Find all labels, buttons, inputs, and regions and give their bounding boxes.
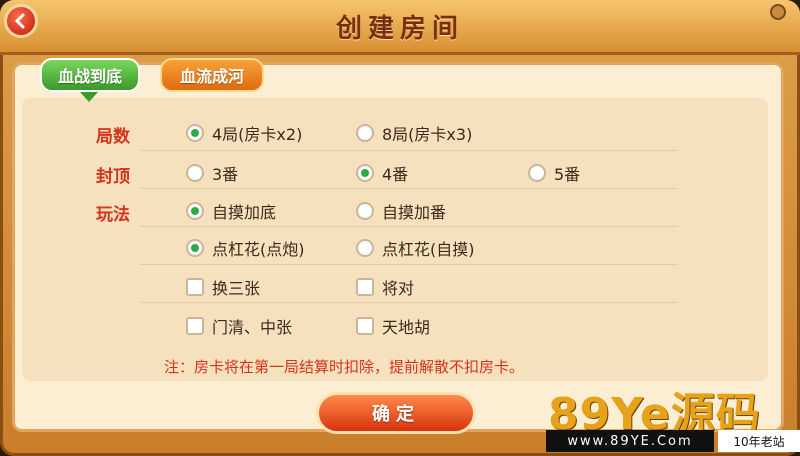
row-divider [140,150,678,151]
radio-diangang-dianpao[interactable]: 点杠花(点炮) [186,236,305,260]
option-label: 换三张 [212,279,261,298]
watermark: 89Ye源码 www.89YE.Com 10年老站 [546,384,800,456]
row-divider [140,302,678,303]
option-label: 门清、中张 [212,318,293,337]
checkbox-menqing-zhongzhang[interactable]: 门清、中张 [186,314,292,338]
tab-xueliu[interactable]: 血流成河 [160,58,264,92]
radio-cap-4[interactable]: 4番 [356,161,408,185]
radio-rounds-8[interactable]: 8局(房卡x3) [356,121,472,145]
dialog-title: 创建房间 [335,14,464,44]
confirm-button[interactable]: 确定 [316,392,476,434]
checkbox-indicator [186,278,204,296]
radio-indicator [356,202,374,220]
option-label: 将对 [382,279,415,298]
back-button[interactable] [4,4,38,38]
option-label: 点杠花(点炮) [212,240,305,259]
radio-cap-5[interactable]: 5番 [528,161,580,185]
option-label: 自摸加番 [382,203,447,222]
radio-zimo-jiadi[interactable]: 自摸加底 [186,199,276,223]
radio-indicator [186,202,204,220]
watermark-tag: 10年老站 [718,430,800,452]
option-label: 4番 [382,165,409,184]
option-label: 8局(房卡x3) [382,125,473,144]
room-card-note: 注：房卡将在第一局结算时扣除，提前解散不扣房卡。 [164,358,525,376]
radio-indicator [528,164,546,182]
radio-zimo-jiafan[interactable]: 自摸加番 [356,199,446,223]
checkbox-tiandihu[interactable]: 天地胡 [356,314,430,338]
active-tab-pointer [80,92,98,102]
checkbox-indicator [356,317,374,335]
radio-indicator [356,164,374,182]
radio-indicator [186,124,204,142]
label-cap: 封顶 [96,167,130,187]
row-divider [140,264,678,265]
option-label: 点杠花(自摸) [382,240,475,259]
option-label: 5番 [554,165,581,184]
radio-indicator [186,239,204,257]
label-rules: 玩法 [96,205,130,225]
radio-cap-3[interactable]: 3番 [186,161,238,185]
title-bar: 创建房间 [0,0,800,55]
checkbox-jiang-dui[interactable]: 将对 [356,275,414,299]
option-label: 天地胡 [382,318,431,337]
corner-bolt-icon [770,4,786,20]
checkbox-indicator [356,278,374,296]
option-label: 自摸加底 [212,203,277,222]
back-arrow-icon [14,13,25,29]
radio-indicator [356,124,374,142]
checkbox-indicator [186,317,204,335]
radio-indicator [186,164,204,182]
radio-diangang-zimo[interactable]: 点杠花(自摸) [356,236,475,260]
row-divider [140,226,678,227]
radio-indicator [356,239,374,257]
watermark-url: www.89YE.Com [546,430,714,452]
radio-rounds-4[interactable]: 4局(房卡x2) [186,121,302,145]
option-label: 3番 [212,165,239,184]
option-label: 4局(房卡x2) [212,125,303,144]
tab-xuezhan[interactable]: 血战到底 [40,58,140,92]
row-divider [140,188,678,189]
label-rounds: 局数 [96,127,130,147]
checkbox-huan-san-zhang[interactable]: 换三张 [186,275,260,299]
